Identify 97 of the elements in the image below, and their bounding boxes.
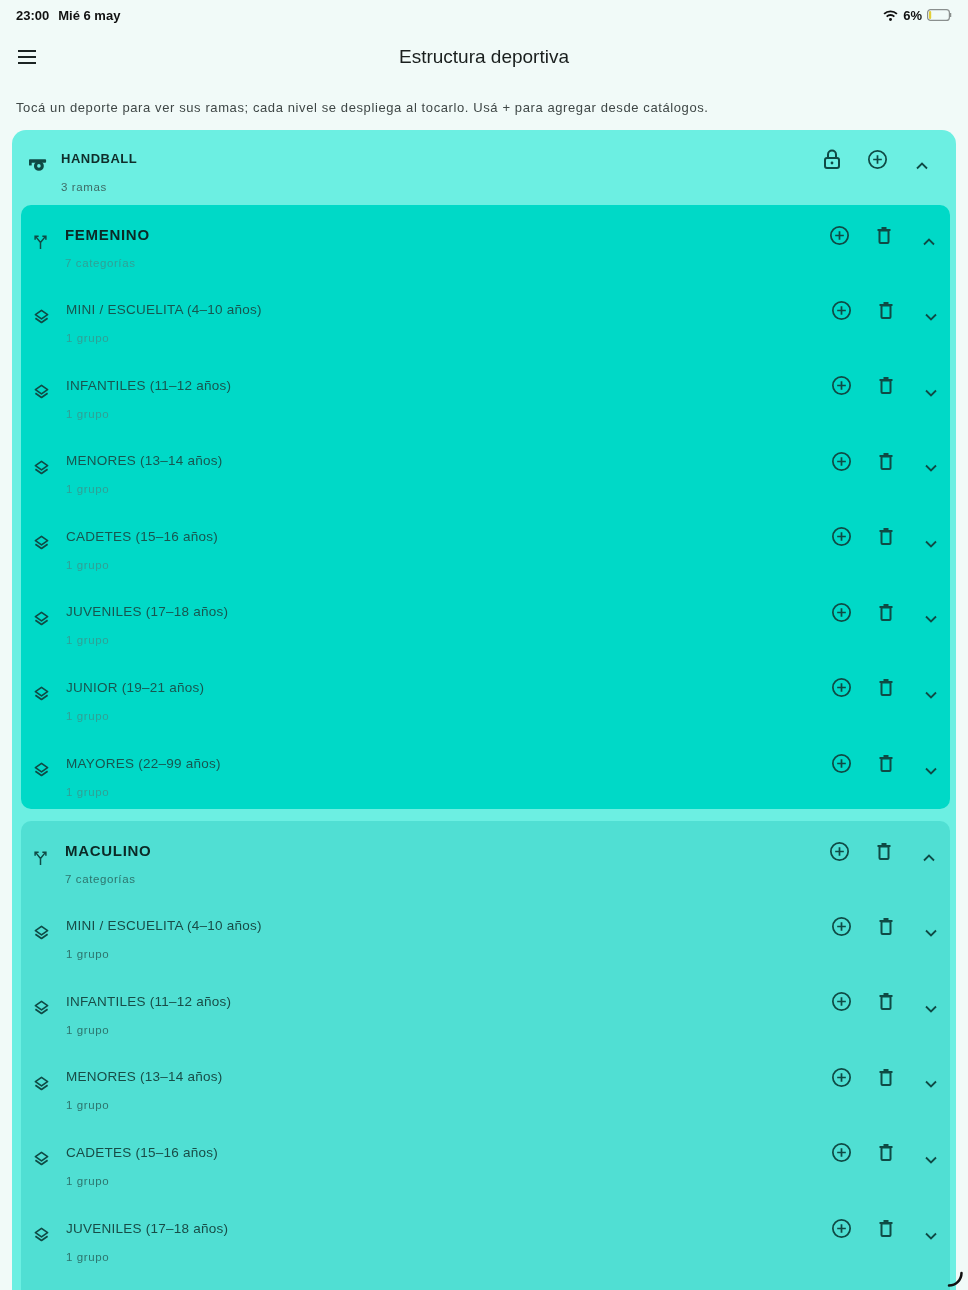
category-subtitle: 1 grupo: [66, 708, 110, 723]
branch-name[interactable]: FEMENINO: [65, 226, 150, 244]
add-icon[interactable]: [831, 916, 851, 936]
add-icon[interactable]: [829, 225, 849, 245]
category-subtitle: 1 grupo: [66, 633, 110, 648]
layers-icon: [33, 308, 49, 324]
add-icon[interactable]: [831, 754, 851, 774]
add-icon[interactable]: [831, 376, 851, 396]
chevron-down-icon[interactable]: [925, 388, 937, 397]
trash-icon[interactable]: [879, 679, 893, 697]
chevron-down-icon[interactable]: [925, 690, 937, 699]
trash-icon[interactable]: [879, 993, 893, 1011]
trash-icon[interactable]: [879, 452, 893, 470]
category-subtitle: 1 grupo: [66, 784, 110, 799]
chevron-down-icon[interactable]: [925, 1155, 937, 1164]
layers-icon: [33, 1075, 49, 1091]
chevron-up-icon[interactable]: [916, 162, 928, 170]
add-icon[interactable]: [831, 1219, 851, 1239]
category-subtitle: 1 grupo: [66, 1022, 110, 1037]
layers-icon: [33, 535, 49, 551]
screen-title: Estructura deportiva: [399, 46, 569, 68]
add-icon[interactable]: [831, 527, 851, 547]
layers-icon: [33, 610, 49, 626]
branch-name[interactable]: MACULINO: [65, 842, 152, 861]
trash-icon[interactable]: [877, 226, 891, 244]
add-icon[interactable]: [831, 602, 851, 622]
add-icon[interactable]: [831, 1143, 851, 1163]
whistle-icon: [29, 159, 47, 171]
layers-icon: [33, 1000, 49, 1016]
trash-icon[interactable]: [879, 377, 893, 395]
menu-icon[interactable]: [18, 50, 36, 64]
trash-icon[interactable]: [879, 1220, 893, 1238]
battery-percent: 6%: [903, 7, 922, 23]
trash-icon[interactable]: [879, 528, 893, 546]
category-name[interactable]: INFANTILES (11–12 años): [66, 992, 232, 1011]
status-time: 23:00: [16, 7, 50, 23]
category-subtitle: 1 grupo: [66, 406, 110, 421]
layers-icon: [33, 762, 49, 778]
category-subtitle: 1 grupo: [66, 947, 110, 962]
trash-icon[interactable]: [877, 842, 891, 860]
wifi-icon: [883, 9, 899, 21]
chevron-up-icon[interactable]: [923, 238, 935, 246]
layers-icon: [33, 1227, 49, 1243]
category-name[interactable]: MENORES (13–14 años): [66, 1068, 223, 1087]
hint-text: Tocá un deporte para ver sus ramas; cada nivel se despliega al tocarlo. Usá + para agregar desde catálogos.: [16, 99, 709, 117]
add-icon[interactable]: [831, 451, 851, 471]
trash-icon[interactable]: [879, 301, 893, 319]
category-subtitle: 1 grupo: [66, 1098, 110, 1113]
category-subtitle: 1 grupo: [66, 331, 110, 345]
chevron-down-icon[interactable]: [925, 929, 937, 938]
status-date: Mié 6 may: [58, 7, 121, 23]
chevron-up-icon[interactable]: [923, 854, 935, 863]
add-icon[interactable]: [831, 1067, 851, 1087]
sport-subtitle: 3 ramas: [61, 180, 107, 194]
category-name[interactable]: CADETES (15–16 años): [66, 1143, 219, 1162]
category-name[interactable]: CADETES (15–16 años): [66, 527, 219, 546]
battery-icon: [927, 9, 952, 21]
chevron-down-icon[interactable]: [925, 1004, 937, 1013]
category-name[interactable]: INFANTILES (11–12 años): [66, 376, 232, 395]
layers-icon: [33, 384, 49, 400]
category-name[interactable]: MAYORES (22–99 años): [66, 754, 221, 773]
chevron-down-icon[interactable]: [925, 615, 937, 624]
trash-icon[interactable]: [879, 755, 893, 773]
chevron-down-icon[interactable]: [925, 313, 937, 321]
trash-icon[interactable]: [879, 1144, 893, 1162]
add-icon[interactable]: [831, 300, 851, 320]
trash-icon[interactable]: [879, 1068, 893, 1086]
category-name[interactable]: JUVENILES (17–18 años): [66, 603, 229, 622]
chevron-down-icon[interactable]: [925, 539, 937, 548]
sport-name[interactable]: HANDBALL: [61, 150, 138, 168]
category-subtitle: 1 grupo: [66, 1249, 110, 1264]
add-icon[interactable]: [867, 149, 887, 169]
chevron-down-icon[interactable]: [925, 766, 937, 775]
chevron-down-icon[interactable]: [925, 1080, 937, 1089]
category-name[interactable]: JUVENILES (17–18 años): [66, 1219, 229, 1238]
layers-icon: [33, 459, 49, 475]
layers-icon: [33, 1151, 49, 1167]
category-name[interactable]: MENORES (13–14 años): [66, 452, 223, 471]
chevron-down-icon[interactable]: [925, 464, 937, 473]
category-name[interactable]: JUNIOR (19–21 años): [66, 678, 205, 697]
layers-icon: [33, 686, 49, 702]
category-subtitle: 1 grupo: [66, 1173, 110, 1188]
add-icon[interactable]: [831, 992, 851, 1012]
layers-icon: [33, 924, 49, 940]
trash-icon[interactable]: [879, 917, 893, 935]
branch-subtitle: 7 categorías: [65, 872, 136, 887]
add-icon[interactable]: [829, 841, 849, 861]
add-icon[interactable]: [831, 678, 851, 698]
trash-icon[interactable]: [879, 603, 893, 621]
split-arrows-icon: [33, 233, 47, 249]
split-arrows-icon: [33, 849, 47, 865]
chevron-down-icon[interactable]: [925, 1231, 937, 1240]
lock-icon[interactable]: [824, 149, 840, 169]
category-name[interactable]: MINI / ESCUELITA (4–10 años): [66, 301, 262, 319]
category-subtitle: 1 grupo: [66, 482, 110, 497]
category-name[interactable]: MINI / ESCUELITA (4–10 años): [66, 917, 262, 936]
category-subtitle: 1 grupo: [66, 557, 110, 572]
